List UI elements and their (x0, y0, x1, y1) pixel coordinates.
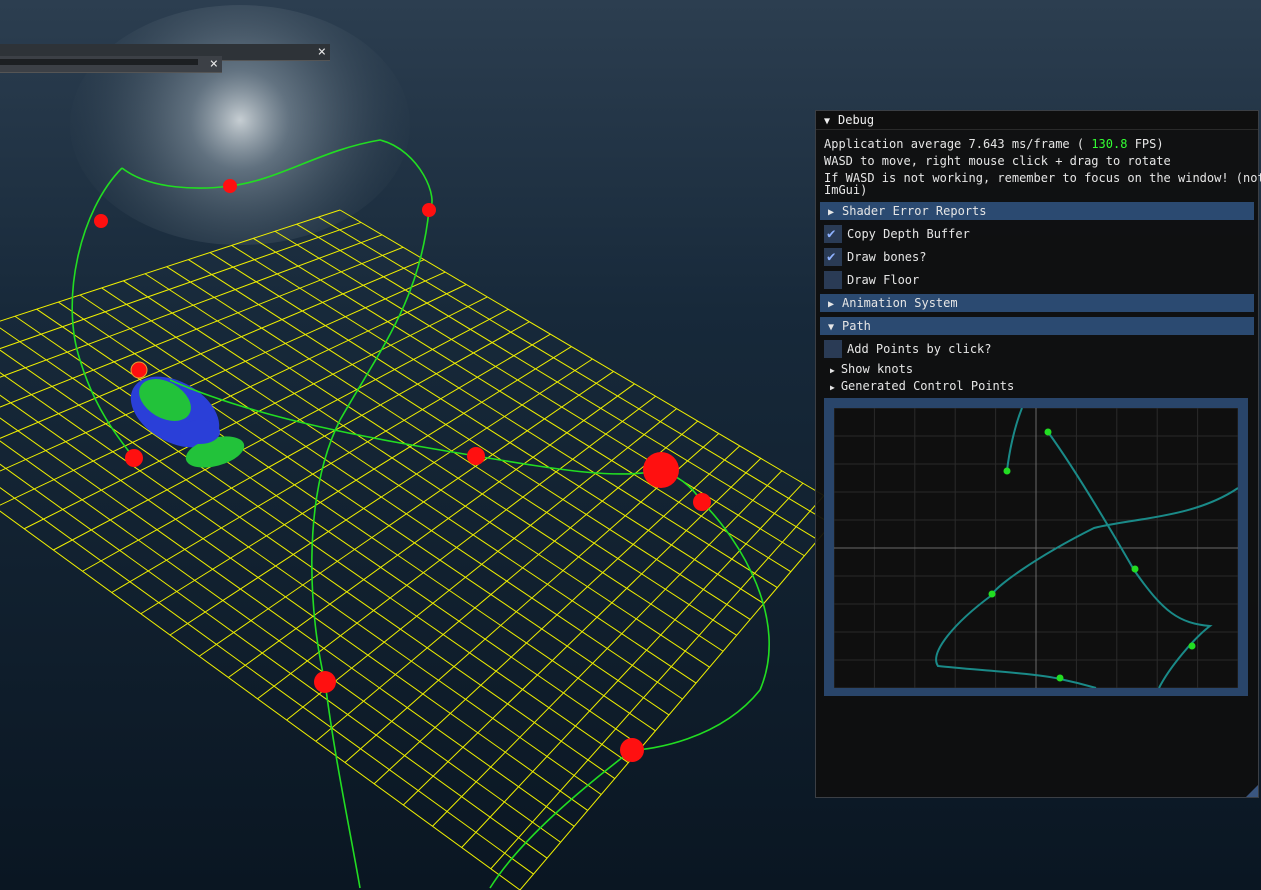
help-text-controls: WASD to move, right mouse click + drag t… (824, 154, 1171, 168)
checkbox-box[interactable] (824, 340, 842, 358)
checkbox-label: Draw Floor (847, 273, 920, 287)
window-scrollbar[interactable] (0, 59, 198, 65)
path-graph-canvas[interactable] (834, 408, 1238, 688)
close-icon[interactable]: × (210, 56, 218, 72)
checkbox-box[interactable]: ✔ (824, 225, 842, 243)
checkbox-copy-depth-buffer[interactable]: ✔ Copy Depth Buffer (824, 225, 970, 243)
fps-value: 130.8 (1091, 137, 1128, 151)
path-graph-frame (824, 398, 1248, 696)
checkbox-label: Draw bones? (847, 250, 927, 264)
knot-marker[interactable] (643, 452, 679, 488)
section-animation-system[interactable]: ▶ Animation System (820, 294, 1254, 312)
knot-marker[interactable] (314, 671, 336, 693)
stats-suffix: FPS) (1134, 137, 1164, 151)
debug-window-titlebar[interactable]: ▼ Debug (816, 111, 1258, 130)
section-path[interactable]: ▼ Path (820, 317, 1254, 335)
graph-control-point[interactable] (1188, 642, 1196, 650)
collapsed-window-2[interactable]: × (0, 56, 222, 73)
checkbox-box[interactable] (824, 271, 842, 289)
check-icon: ✔ (827, 226, 836, 242)
collapsed-triangle-icon: ▶ (828, 207, 835, 218)
graph-control-point[interactable] (1131, 565, 1139, 573)
graph-control-point[interactable] (1044, 428, 1052, 436)
sun-reflection (70, 5, 410, 245)
fps-stats: Application average 7.643 ms/frame ( 130… (824, 138, 1164, 151)
expanded-triangle-icon: ▼ (828, 322, 835, 333)
debug-window[interactable]: ▼ Debug Application average 7.643 ms/fram… (815, 110, 1261, 798)
close-icon[interactable]: × (318, 44, 326, 60)
character-limb-blue (180, 420, 220, 444)
section-label: Path (842, 319, 871, 333)
graph-control-points[interactable] (988, 428, 1196, 682)
knot-marker[interactable] (125, 449, 143, 467)
tree-node-generated-control-points[interactable]: ▶ Generated Control Points (830, 379, 1014, 395)
tree-node-show-knots[interactable]: ▶ Show knots (830, 362, 913, 378)
character-head-marker (130, 361, 148, 379)
check-icon: ✔ (827, 249, 836, 265)
collapse-triangle-icon[interactable]: ▼ (824, 113, 838, 131)
checkbox-label: Add Points by click? (847, 342, 992, 356)
tree-node-label: Show knots (840, 362, 914, 376)
checkbox-draw-floor[interactable]: Draw Floor (824, 271, 919, 289)
graph-control-point[interactable] (1056, 674, 1064, 682)
checkbox-box[interactable]: ✔ (824, 248, 842, 266)
section-label: Shader Error Reports (842, 204, 987, 218)
checkbox-add-points-by-click[interactable]: Add Points by click? (824, 340, 992, 358)
tree-node-label: Generated Control Points (840, 379, 1015, 393)
knot-marker[interactable] (467, 447, 485, 465)
knot-marker[interactable] (620, 738, 644, 762)
knot-marker[interactable] (223, 179, 237, 193)
collapsed-triangle-icon: ▶ (828, 299, 835, 310)
section-shader-error-reports[interactable]: ▶ Shader Error Reports (820, 202, 1254, 220)
knot-marker[interactable] (693, 493, 711, 511)
checkbox-label: Copy Depth Buffer (847, 227, 970, 241)
debug-window-title: Debug (838, 113, 875, 127)
knot-marker[interactable] (422, 203, 436, 217)
graph-control-point[interactable] (1003, 467, 1011, 475)
help-text-focus: If WASD is not working, remember to focu… (824, 171, 1261, 185)
graph-control-point[interactable] (988, 590, 996, 598)
knot-marker[interactable] (94, 214, 108, 228)
section-label: Animation System (842, 296, 958, 310)
tree-arrow-icon: ▶ (830, 366, 835, 375)
stats-prefix: Application average 7.643 ms/frame ( (824, 137, 1085, 151)
resize-grip[interactable] (1246, 785, 1258, 797)
checkbox-draw-bones[interactable]: ✔ Draw bones? (824, 248, 926, 266)
help-text-focus-cont: ImGui) (824, 183, 868, 197)
tree-arrow-icon: ▶ (830, 383, 835, 392)
